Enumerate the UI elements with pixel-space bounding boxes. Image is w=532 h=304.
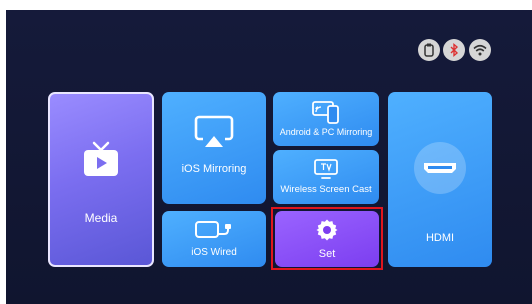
phone-cast-icon (312, 100, 339, 124)
usb-drive-icon (418, 39, 440, 61)
media-tile[interactable]: Media (48, 92, 154, 267)
tv-icon (84, 141, 118, 176)
wifi-icon (469, 39, 491, 61)
hdmi-port-icon (424, 162, 456, 173)
tv-cast-icon (314, 159, 338, 179)
android-pc-mirroring-label: Android & PC Mirroring (279, 126, 373, 137)
hdmi-tile[interactable]: HDMI (388, 92, 492, 267)
media-label: Media (84, 211, 118, 225)
hdmi-label: HDMI (425, 232, 455, 244)
android-pc-mirroring-tile[interactable]: Android & PC Mirroring (273, 92, 379, 146)
wireless-screen-cast-tile[interactable]: Wireless Screen Cast (273, 150, 379, 204)
ios-mirroring-tile[interactable]: iOS Mirroring (162, 92, 266, 204)
ios-wired-label: iOS Wired (191, 246, 237, 258)
ios-wired-tile[interactable]: iOS Wired (162, 211, 266, 267)
airplay-icon (194, 115, 234, 147)
bluetooth-off-icon (443, 39, 465, 61)
cable-icon (195, 220, 231, 238)
hdmi-icon-badge (414, 141, 466, 194)
ios-mirroring-label: iOS Mirroring (181, 162, 247, 175)
wireless-screen-cast-label: Wireless Screen Cast (280, 184, 372, 195)
selection-outline (271, 207, 383, 270)
